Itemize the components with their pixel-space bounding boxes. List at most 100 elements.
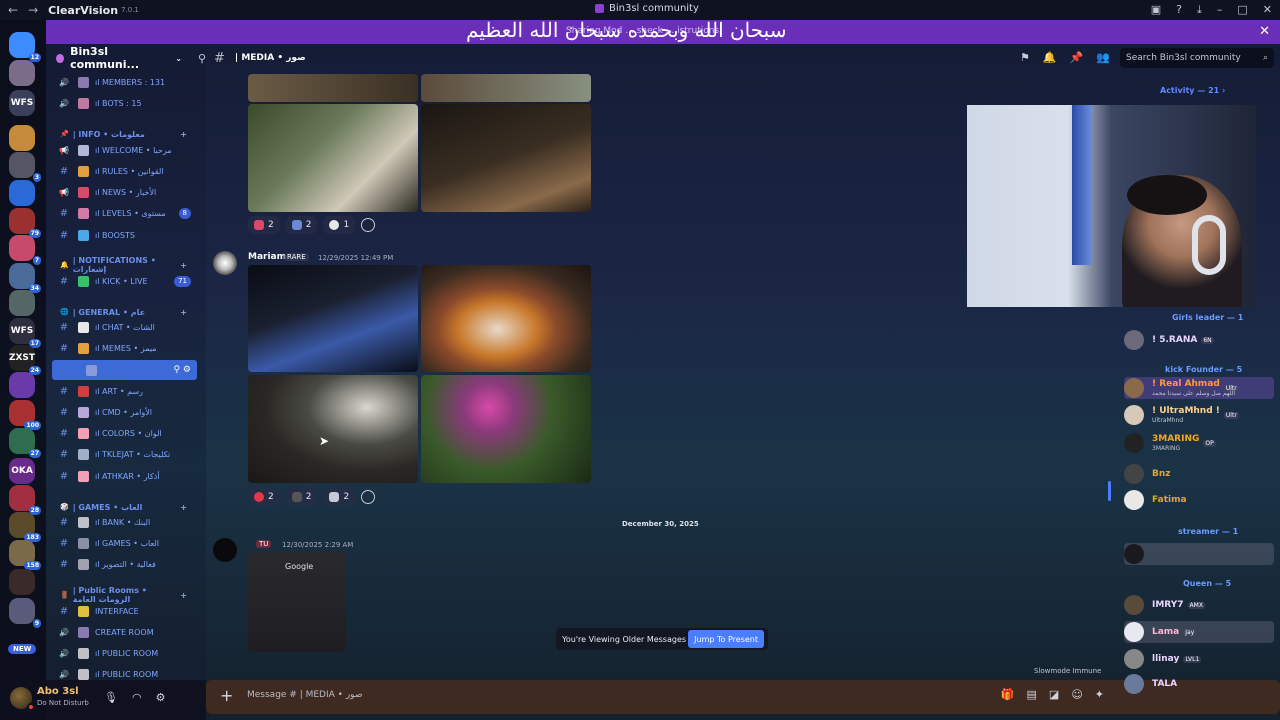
inbox-icon[interactable]: ▣ (1151, 3, 1161, 17)
server-header[interactable]: Bin3sl communi... ⌄ ⚲ (46, 44, 206, 72)
message-image[interactable] (421, 375, 591, 483)
server-icon[interactable]: 27 (9, 428, 41, 458)
category-public_rooms[interactable]: 🚪 | Public Rooms • الرومات العامة + (52, 586, 197, 604)
server-icon[interactable]: 100 (9, 400, 41, 430)
member-item[interactable]: Lama Jay (1124, 621, 1274, 643)
add-attachment-icon[interactable]: + (220, 686, 233, 705)
server-icon[interactable]: 3 (9, 152, 41, 182)
activity-header[interactable]: Activity — 21 › (1160, 86, 1225, 95)
server-icon[interactable]: 34 (9, 263, 41, 293)
add-member-icon[interactable]: ⚲ (198, 52, 206, 65)
member-item[interactable]: ! UltraMhnd ! Ultr UltraMhnd (1124, 404, 1274, 426)
channel-item[interactable]: 📢 ıl NEWS • الأخبار (52, 182, 197, 202)
channel-item[interactable]: # ıl TKLEJAT • تكليجات (52, 444, 197, 464)
channel-item[interactable]: # ıl MEMES • ميمز (52, 338, 197, 358)
channel-item[interactable]: # ıl LEVELS • مستوى 8 (52, 203, 197, 223)
back-arrow-icon[interactable]: ← (8, 3, 18, 17)
search-input[interactable]: Search Bin3sl community ⌕ (1120, 48, 1274, 68)
threads-icon[interactable]: ⚑ (1020, 51, 1030, 64)
pin-icon[interactable]: 📌 (1070, 51, 1084, 64)
add-channel-icon[interactable]: + (180, 261, 187, 270)
add-channel-icon[interactable]: + (180, 503, 187, 512)
apps-icon[interactable]: ✦ (1095, 688, 1104, 701)
reaction[interactable]: 2 (323, 488, 356, 506)
member-item[interactable]: Bnz (1124, 463, 1274, 485)
message-author[interactable]: Mariam (248, 252, 286, 262)
server-icon[interactable]: 7 (9, 235, 41, 265)
channel-item[interactable]: 🔊 ıl BOTS : 15 (52, 93, 197, 113)
channel-item[interactable]: # ıl CHAT • الشات (52, 317, 197, 337)
reaction[interactable]: 2 (285, 488, 318, 506)
server-icon[interactable]: WFS 17 (9, 318, 41, 348)
message-image[interactable]: Google (248, 552, 346, 652)
add-reaction-icon[interactable] (361, 218, 376, 232)
download-icon[interactable]: ⤓ (1197, 3, 1202, 17)
category-info[interactable]: 📌 | INFO • معلومات + (52, 126, 197, 142)
add-channel-icon[interactable]: + (180, 130, 187, 139)
server-icon[interactable]: 158 (9, 540, 41, 570)
category-notifications[interactable]: 🔔 | NOTIFICATIONS • إشعارات + (52, 256, 197, 274)
minimize-icon[interactable]: – (1217, 3, 1223, 17)
message-composer[interactable]: + Message # | MEDIA • صور 🎁 ▤ ◪ ☺ ✦ (206, 680, 1280, 714)
add-channel-icon[interactable]: + (180, 591, 187, 600)
channel-item[interactable]: # ıl BOOSTS (52, 225, 197, 245)
channel-item[interactable]: # ıl KICK • LIVE 71 (52, 271, 197, 291)
server-icon[interactable]: 12 (9, 32, 41, 62)
close-icon[interactable]: ✕ (1259, 24, 1270, 39)
reaction[interactable]: 2 (285, 216, 318, 234)
message-image[interactable] (248, 74, 418, 102)
member-item[interactable]: ! 5.RANA 6N (1124, 329, 1274, 351)
members-icon[interactable]: 👥 (1096, 51, 1110, 64)
channel-item[interactable]: 🔊 ıl MEMBERS : 131 (52, 72, 197, 92)
member-item-streamer[interactable] (1124, 543, 1274, 565)
server-icon[interactable]: 9 (9, 598, 41, 628)
channel-item[interactable]: # ıl فعالية • التصوير (52, 554, 197, 574)
channel-item[interactable]: # ıl RULES • القوانين (52, 161, 197, 181)
gif-icon[interactable]: ▤ (1027, 688, 1037, 701)
server-icon[interactable] (9, 180, 35, 206)
sticker-icon[interactable]: ◪ (1049, 688, 1059, 701)
server-icon[interactable]: WFS (9, 90, 35, 116)
server-icon[interactable] (9, 125, 35, 151)
member-item[interactable]: 3MARING OP 3MARING (1124, 432, 1274, 454)
channel-item-media-selected[interactable]: ⚲ ⚙ (52, 360, 197, 380)
settings-gear-icon[interactable]: ⚙ (156, 691, 166, 704)
bell-icon[interactable]: 🔔 (1043, 51, 1057, 64)
channel-item[interactable]: 🔊 CREATE ROOM (52, 622, 197, 642)
gift-icon[interactable]: 🎁 (1001, 688, 1015, 701)
channel-item[interactable]: 🔊 ıl PUBLIC ROOM (52, 643, 197, 663)
category-games[interactable]: 🎲 | GAMES • العاب + (52, 499, 197, 515)
add-reaction-icon[interactable] (361, 490, 376, 504)
server-icon[interactable]: 79 (9, 208, 41, 238)
reaction[interactable]: 1 (323, 216, 356, 234)
channel-settings-icon[interactable]: ⚲ ⚙ (173, 365, 191, 375)
member-item[interactable]: ! Real Ahmad Ultr اللهم صل وسلم على سيدنا … (1124, 377, 1274, 399)
channel-item[interactable]: # ıl ATHKAR • أذكار (52, 466, 197, 486)
category-general[interactable]: 🌐 | GENERAL • عام + (52, 304, 197, 320)
reaction[interactable]: 2 (248, 216, 280, 234)
channel-item[interactable]: 📢 ıl WELCOME • مرحبا (52, 140, 197, 160)
channel-item[interactable]: # ıl CMD • الأوامر (52, 402, 197, 422)
server-icon[interactable]: OKA (9, 458, 35, 484)
member-item[interactable]: llinay LVL1 (1124, 648, 1274, 670)
member-item[interactable]: TALA (1124, 673, 1274, 695)
microphone-icon[interactable]: 🎙 (104, 691, 118, 704)
avatar[interactable] (213, 538, 237, 562)
channel-item[interactable]: # ıl GAMES • العاب (52, 533, 197, 553)
channel-item[interactable]: # ıl BANK • البنك (52, 512, 197, 532)
server-icon[interactable]: 183 (9, 512, 41, 542)
emoji-picker-icon[interactable]: ☺ (1071, 688, 1082, 701)
forward-arrow-icon[interactable]: → (28, 3, 38, 17)
message-image[interactable] (248, 104, 418, 212)
message-image[interactable] (421, 265, 591, 372)
server-icon[interactable] (9, 60, 35, 86)
scrollbar[interactable] (1108, 481, 1111, 501)
server-icon[interactable]: 28 (9, 485, 41, 515)
help-icon[interactable]: ? (1176, 3, 1182, 17)
server-icon[interactable] (9, 290, 35, 316)
channel-item[interactable]: # ıl COLORS • الوان (52, 423, 197, 443)
member-item[interactable]: Fatima (1124, 489, 1274, 511)
maximize-icon[interactable]: □ (1237, 3, 1247, 17)
channel-item[interactable]: # INTERFACE (52, 601, 197, 621)
avatar[interactable] (213, 251, 237, 275)
